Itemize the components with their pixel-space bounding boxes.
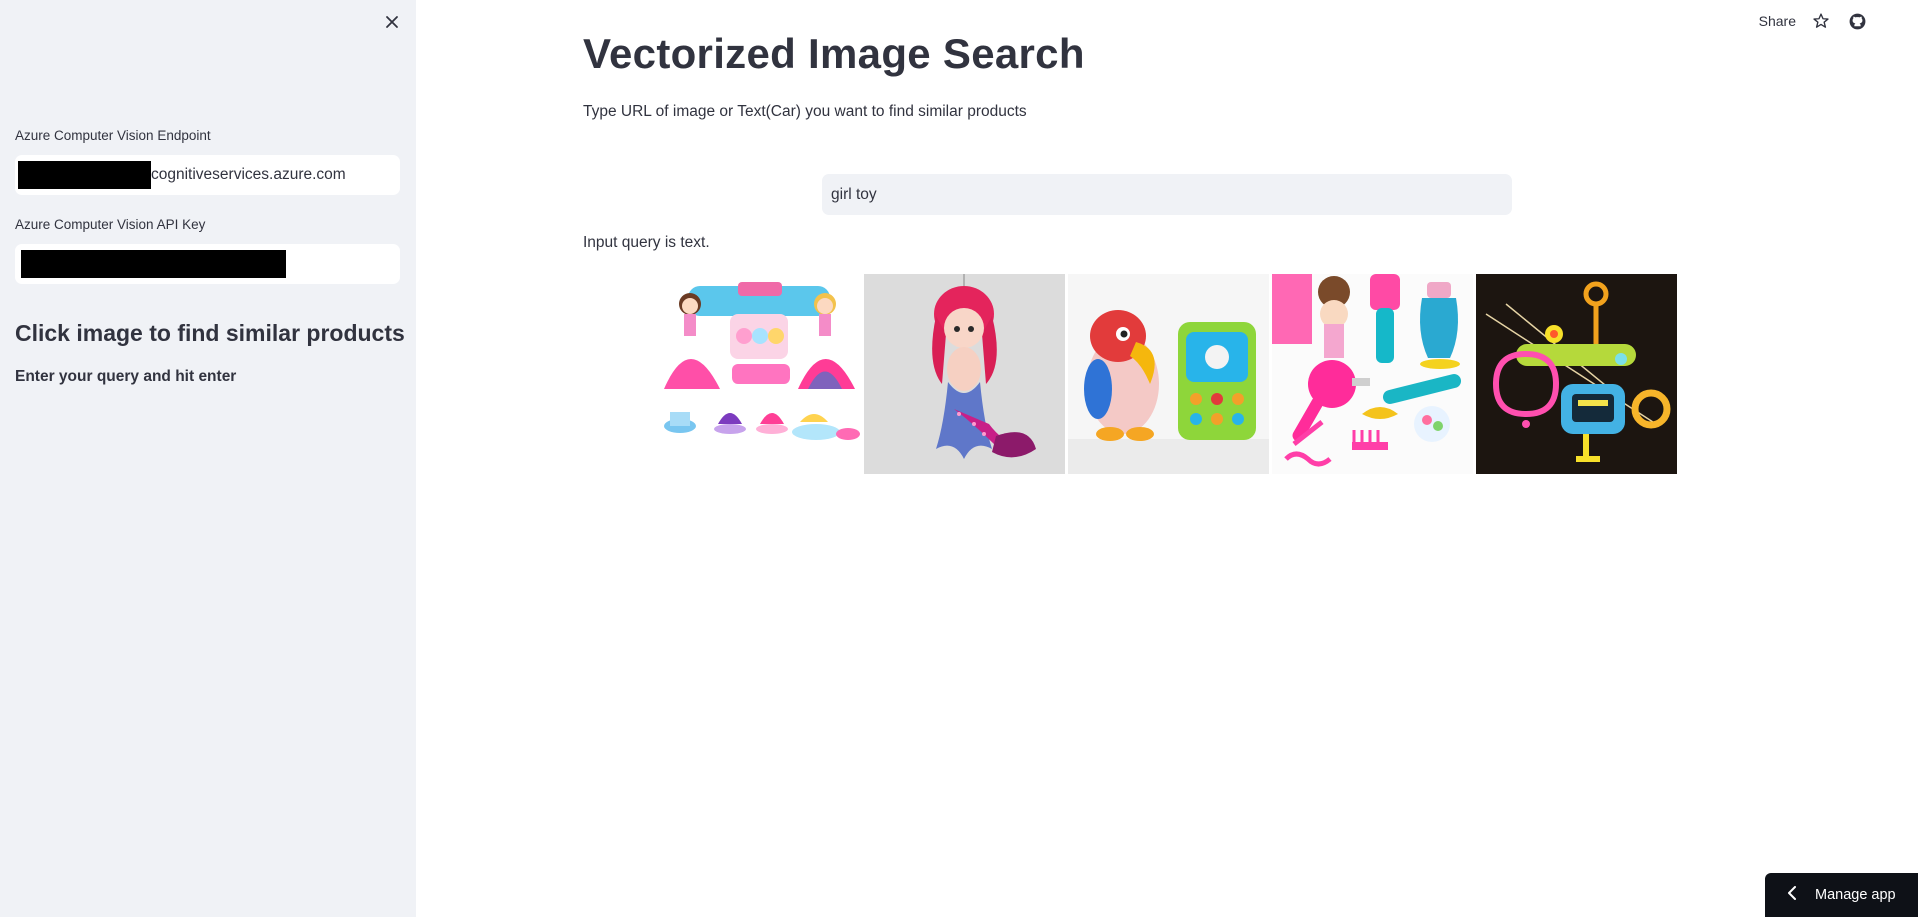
page-description: Type URL of image or Text(Car) you want … <box>583 103 1027 120</box>
results-gallery <box>660 274 1677 474</box>
search-input[interactable]: girl toy <box>822 174 1512 215</box>
api-key-label: Azure Computer Vision API Key <box>15 217 206 232</box>
sidebar-subheading: Enter your query and hit enter <box>15 368 237 385</box>
chevron-left-icon <box>1787 886 1797 904</box>
redacted-block <box>21 250 286 278</box>
page-title: Vectorized Image Search <box>583 30 1085 77</box>
redacted-block <box>18 161 151 189</box>
result-image-2[interactable] <box>864 274 1065 474</box>
endpoint-input[interactable]: cognitiveservices.azure.com <box>15 155 400 195</box>
search-input-value: girl toy <box>831 185 877 203</box>
sidebar: Azure Computer Vision Endpoint cognitive… <box>0 0 416 917</box>
share-button[interactable]: Share <box>1759 13 1796 29</box>
endpoint-value: cognitiveservices.azure.com <box>151 166 346 183</box>
header-toolbar: Share <box>1759 10 1868 32</box>
close-sidebar-icon[interactable] <box>380 10 404 34</box>
star-icon[interactable] <box>1810 10 1832 32</box>
status-text: Input query is text. <box>583 234 710 251</box>
endpoint-label: Azure Computer Vision Endpoint <box>15 128 211 143</box>
github-icon[interactable] <box>1846 10 1868 32</box>
manage-app-button[interactable]: Manage app <box>1765 873 1918 917</box>
api-key-input[interactable] <box>15 244 400 284</box>
result-image-1[interactable] <box>660 274 861 474</box>
sidebar-heading: Click image to find similar products <box>15 320 405 346</box>
result-image-3[interactable] <box>1068 274 1269 474</box>
result-image-5[interactable] <box>1476 274 1677 474</box>
result-image-4[interactable] <box>1272 274 1473 474</box>
manage-app-label: Manage app <box>1815 887 1896 903</box>
